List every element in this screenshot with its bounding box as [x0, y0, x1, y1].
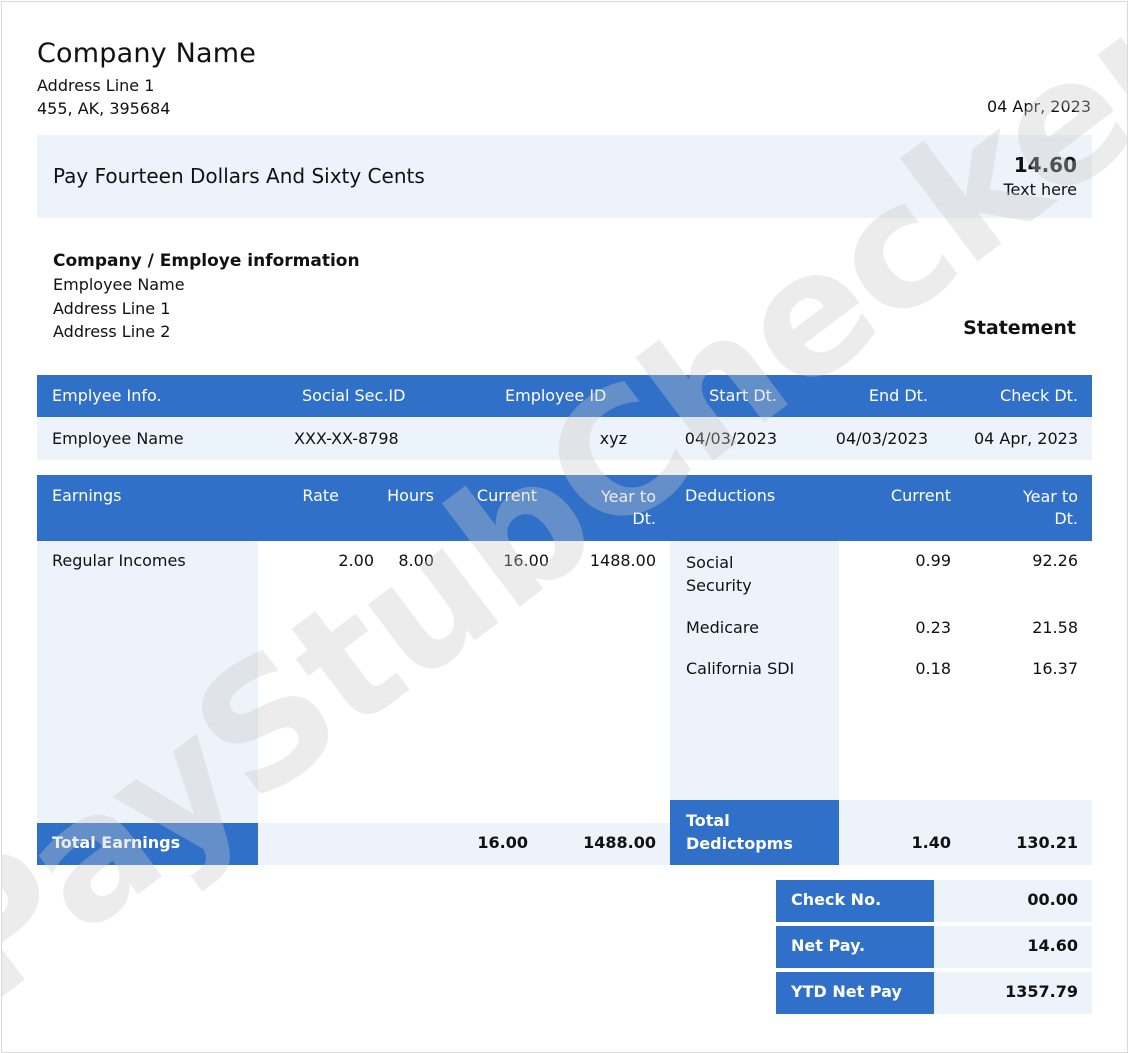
total-earnings-label-cell: Total Earnings [37, 823, 258, 865]
earning-ytd: 1488.00 [589, 551, 656, 570]
header-deductions-ytd: Year to Dt. [1022, 487, 1078, 528]
cell-social-sec-id: XXX-XX-8798 [294, 429, 399, 448]
total-deductions-current: 1.40 [911, 833, 951, 852]
earning-rate: 2.00 [338, 551, 374, 570]
check-no-label: Check No. [791, 890, 882, 909]
total-earnings-values: 16.00 1488.00 [258, 823, 670, 865]
deduction-name: Social Security [686, 553, 752, 595]
total-deductions-values: 1.40 130.21 [839, 800, 1092, 865]
total-deductions-ytd: 130.21 [1016, 833, 1078, 852]
deduction-row: Medicare 0.23 21.58 [670, 618, 1092, 642]
employee-name: Employee Name [53, 275, 185, 294]
employee-table-header: Emplyee Info. Social Sec.ID Employee ID … [37, 375, 1092, 417]
pay-amount: 14.60 [1013, 153, 1077, 177]
header-earnings-ytd: Year to Dt. [600, 487, 656, 528]
header-start-date: Start Dt. [709, 386, 777, 405]
company-address-line1: Address Line 1 [37, 76, 155, 95]
company-address: Address Line 1 455, AK, 395684 [37, 74, 170, 120]
pay-amount-words: Pay Fourteen Dollars And Sixty Cents [53, 164, 425, 188]
net-pay-value-cell: 14.60 [934, 926, 1092, 968]
earnings-label-column [37, 541, 258, 865]
cell-employee-id: xyz [599, 429, 627, 448]
header-deductions-current: Current [890, 486, 951, 505]
ytd-net-pay-label-cell: YTD Net Pay [776, 972, 934, 1014]
header-hours: Hours [387, 486, 434, 505]
net-pay-value: 14.60 [1027, 936, 1078, 955]
cell-employee-name: Employee Name [52, 429, 184, 448]
ytd-net-pay-value-cell: 1357.79 [934, 972, 1092, 1014]
header-rate: Rate [302, 486, 339, 505]
check-no-value: 00.00 [1027, 890, 1078, 909]
employee-info-block: Employee Name Address Line 1 Address Lin… [53, 273, 185, 344]
header-employee-info: Emplyee Info. [52, 386, 162, 405]
company-name: Company Name [37, 38, 257, 69]
company-address-line2: 455, AK, 395684 [37, 99, 171, 118]
deduction-current: 0.18 [915, 659, 951, 678]
ytd-net-pay-value: 1357.79 [1005, 982, 1078, 1001]
header-check-date: Check Dt. [1000, 386, 1078, 405]
statement-label: Statement [963, 317, 1076, 339]
deduction-ytd: 92.26 [1032, 551, 1078, 570]
cell-end-date: 04/03/2023 [835, 429, 928, 448]
paystub-page: Company Name Address Line 1 455, AK, 395… [1, 1, 1128, 1053]
deduction-current: 0.99 [915, 551, 951, 570]
earnings-row: Regular Incomes 2.00 8.00 16.00 1488.00 [37, 551, 670, 575]
header-social-sec-id: Social Sec.ID [302, 386, 406, 405]
earnings-deductions-header: Earnings Rate Hours Current Year to Dt. … [37, 475, 1092, 541]
total-earnings-label: Total Earnings [52, 833, 181, 852]
earning-hours: 8.00 [398, 551, 434, 570]
deduction-ytd: 16.37 [1032, 659, 1078, 678]
total-deductions-label: Total Dedictopms [686, 811, 793, 853]
earning-name: Regular Incomes [52, 551, 186, 570]
check-no-label-cell: Check No. [776, 880, 934, 922]
cell-start-date: 04/03/2023 [684, 429, 777, 448]
deduction-name: Medicare [686, 618, 759, 637]
statement-date: 04 Apr, 2023 [986, 97, 1091, 116]
total-earnings-current: 16.00 [477, 833, 528, 852]
net-pay-label: Net Pay. [791, 936, 866, 955]
deduction-row: California SDI 0.18 16.37 [670, 659, 1092, 683]
header-earnings: Earnings [52, 486, 122, 505]
net-pay-label-cell: Net Pay. [776, 926, 934, 968]
employee-address-line1: Address Line 1 [53, 298, 171, 318]
earning-current: 16.00 [503, 551, 549, 570]
employee-address-line2: Address Line 2 [53, 322, 171, 341]
ytd-net-pay-label: YTD Net Pay [791, 982, 902, 1001]
header-employee-id: Employee ID [505, 386, 607, 405]
deduction-row: Social Security 0.99 92.26 [670, 551, 1092, 597]
total-earnings-ytd: 1488.00 [583, 833, 656, 852]
deduction-name: California SDI [686, 659, 795, 678]
total-deductions-label-cell: Total Dedictopms [670, 800, 839, 865]
cell-check-date: 04 Apr, 2023 [973, 429, 1078, 448]
check-no-value-cell: 00.00 [934, 880, 1092, 922]
info-title: Company / Employe information [53, 251, 360, 271]
pay-note: Text here [1003, 180, 1078, 199]
deduction-current: 0.23 [915, 618, 951, 637]
header-end-date: End Dt. [868, 386, 928, 405]
header-earnings-current: Current [476, 486, 537, 505]
pay-amount-band: Pay Fourteen Dollars And Sixty Cents 14.… [37, 135, 1092, 218]
deduction-ytd: 21.58 [1032, 618, 1078, 637]
employee-table-row: Employee Name XXX-XX-8798 xyz 04/03/2023… [37, 417, 1092, 460]
header-deductions: Deductions [685, 486, 776, 505]
